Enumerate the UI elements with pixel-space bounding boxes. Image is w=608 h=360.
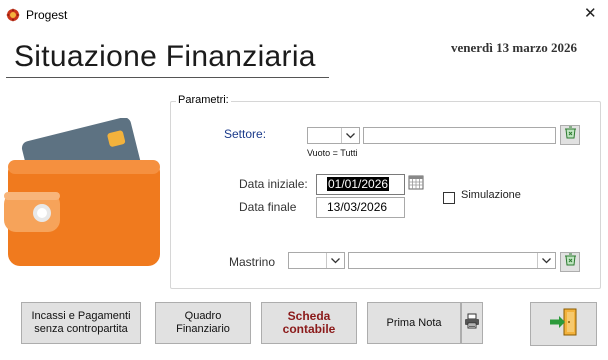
mastrino-description-select[interactable] <box>348 252 556 269</box>
clear-settore-button[interactable] <box>560 125 580 145</box>
clear-filter-icon <box>564 253 577 271</box>
data-finale-field[interactable]: 13/03/2026 <box>316 197 405 218</box>
incassi-line1: Incassi e Pagamenti <box>31 310 131 322</box>
window-title: Progest <box>26 8 68 22</box>
incassi-line2: senza contropartita <box>34 323 128 335</box>
close-window-button[interactable]: ✕ <box>584 4 597 22</box>
data-iniziale-value: 01/01/2026 <box>327 177 390 191</box>
quadro-finanziario-label: Quadro Finanziario <box>176 310 230 336</box>
chevron-down-icon <box>341 128 359 143</box>
chevron-down-icon <box>326 253 344 268</box>
current-date: venerdì 13 marzo 2026 <box>451 40 578 55</box>
mastrino-label: Mastrino <box>229 255 276 269</box>
data-finale-label: Data finale <box>239 200 297 214</box>
clear-filter-icon <box>564 126 577 144</box>
prima-nota-label: Prima Nota <box>386 316 442 329</box>
incassi-pagamenti-label: Incassi e Pagamenti senza contropartita <box>31 310 130 336</box>
settore-code-select[interactable] <box>307 127 360 144</box>
calendar-icon <box>408 175 424 194</box>
clear-mastrino-button[interactable] <box>560 252 580 272</box>
scheda-contabile-label: Scheda contabile <box>283 310 336 336</box>
settore-label: Settore: <box>224 127 267 141</box>
simulazione-label: Simulazione <box>461 189 521 201</box>
quadro-finanziario-button[interactable]: Quadro Finanziario <box>155 302 251 344</box>
exit-button[interactable] <box>530 302 597 346</box>
settore-description-field[interactable] <box>363 127 556 144</box>
mastrino-code-select[interactable] <box>288 252 345 269</box>
data-iniziale-field[interactable]: 01/01/2026 <box>316 174 405 195</box>
exit-door-icon <box>548 306 580 342</box>
simulazione-checkbox[interactable] <box>443 192 455 204</box>
prima-nota-button[interactable]: Prima Nota <box>367 302 461 344</box>
wallet-illustration <box>4 117 164 275</box>
title-bar <box>0 0 608 30</box>
printer-icon <box>464 313 480 333</box>
scheda-contabile-button[interactable]: Scheda contabile <box>261 302 357 344</box>
app-logo-icon <box>6 8 20 22</box>
print-button[interactable] <box>461 302 483 344</box>
parameters-legend: Parametri: <box>176 94 231 106</box>
settore-hint: Vuoto = Tutti <box>307 148 358 158</box>
data-iniziale-label: Data iniziale: <box>239 177 308 191</box>
quadro-line1: Quadro <box>184 310 222 322</box>
title-underline <box>6 77 329 78</box>
scheda-line2: contabile <box>282 322 336 336</box>
page-title: Situazione Finanziaria <box>14 40 316 73</box>
incassi-pagamenti-button[interactable]: Incassi e Pagamenti senza contropartita <box>21 302 141 344</box>
calendar-button[interactable] <box>408 174 424 190</box>
chevron-down-icon <box>537 253 555 268</box>
quadro-line2: Finanziario <box>176 323 230 335</box>
